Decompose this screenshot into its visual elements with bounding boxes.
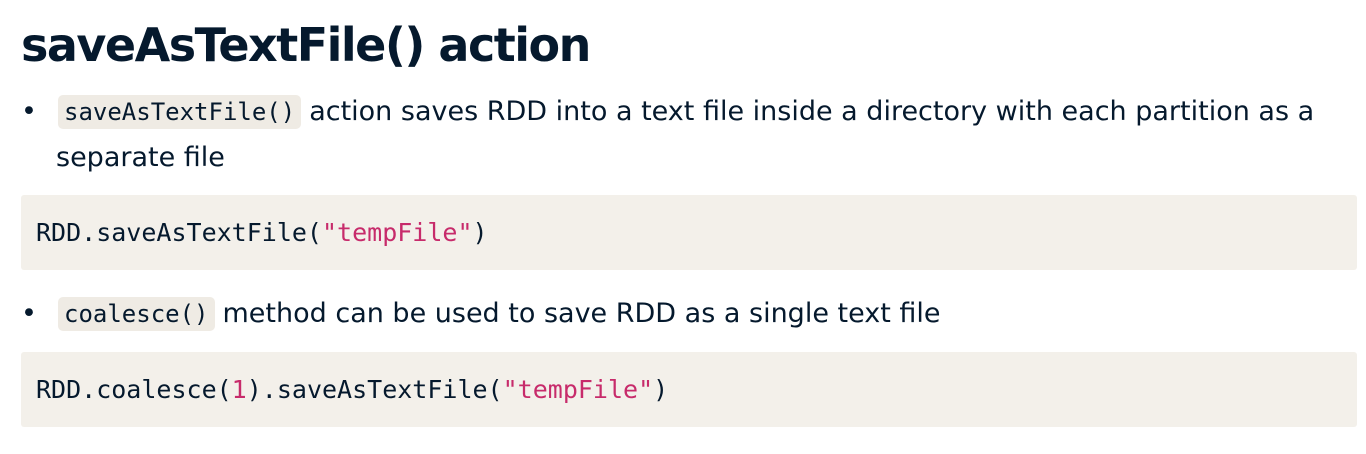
code-plain: RDD.coalesce( bbox=[36, 375, 232, 404]
bullet-description: method can be used to save RDD as a sing… bbox=[222, 298, 941, 329]
bullet-item-save-as-text-file: • saveAsTextFile() action saves RDD into … bbox=[21, 89, 1361, 180]
code-plain: RDD.saveAsTextFile( bbox=[36, 218, 322, 247]
code-string-literal: "tempFile" bbox=[502, 375, 654, 404]
code-string-literal: "tempFile" bbox=[321, 218, 473, 247]
code-plain: ) bbox=[472, 218, 488, 247]
code-number-literal: 1 bbox=[231, 375, 247, 404]
inline-code: saveAsTextFile() bbox=[58, 95, 302, 129]
inline-code: coalesce() bbox=[58, 297, 215, 331]
slide: saveAsTextFile() action • saveAsTextFile… bbox=[0, 0, 1366, 454]
bullet-text: saveAsTextFile() action saves RDD into a … bbox=[21, 89, 1361, 180]
code-block-save: RDD.saveAsTextFile("tempFile") bbox=[21, 195, 1357, 270]
bullet-marker: • bbox=[21, 96, 37, 127]
bullet-text: coalesce() method can be used to save RDD… bbox=[21, 291, 1361, 337]
bullet-marker: • bbox=[21, 298, 37, 329]
bullet-item-coalesce: • coalesce() method can be used to save R… bbox=[21, 291, 1361, 337]
code-plain: ) bbox=[653, 375, 669, 404]
code-plain: ).saveAsTextFile( bbox=[246, 375, 503, 404]
slide-title: saveAsTextFile() action bbox=[21, 18, 591, 72]
code-block-coalesce: RDD.coalesce(1).saveAsTextFile("tempFile… bbox=[21, 352, 1357, 427]
